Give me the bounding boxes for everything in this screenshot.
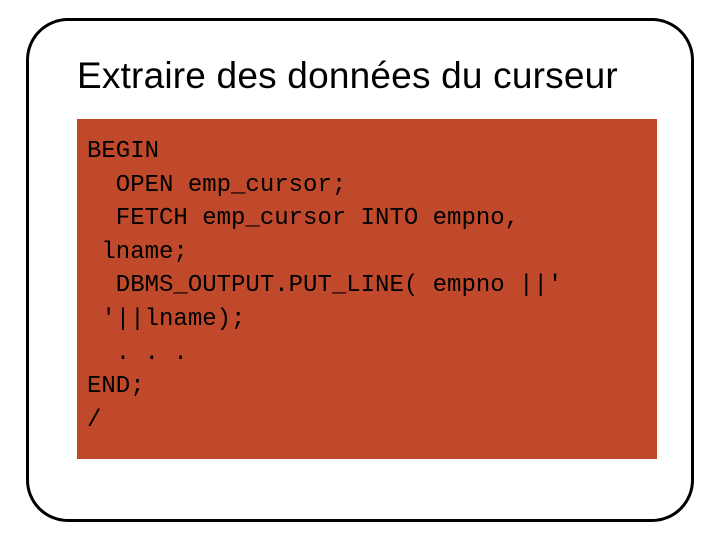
slide-frame: Extraire des données du curseur BEGIN OP… xyxy=(26,18,694,522)
slide-title: Extraire des données du curseur xyxy=(77,55,661,97)
slide-frame-outer: Extraire des données du curseur BEGIN OP… xyxy=(0,0,720,540)
code-block: BEGIN OPEN emp_cursor; FETCH emp_cursor … xyxy=(77,119,657,459)
